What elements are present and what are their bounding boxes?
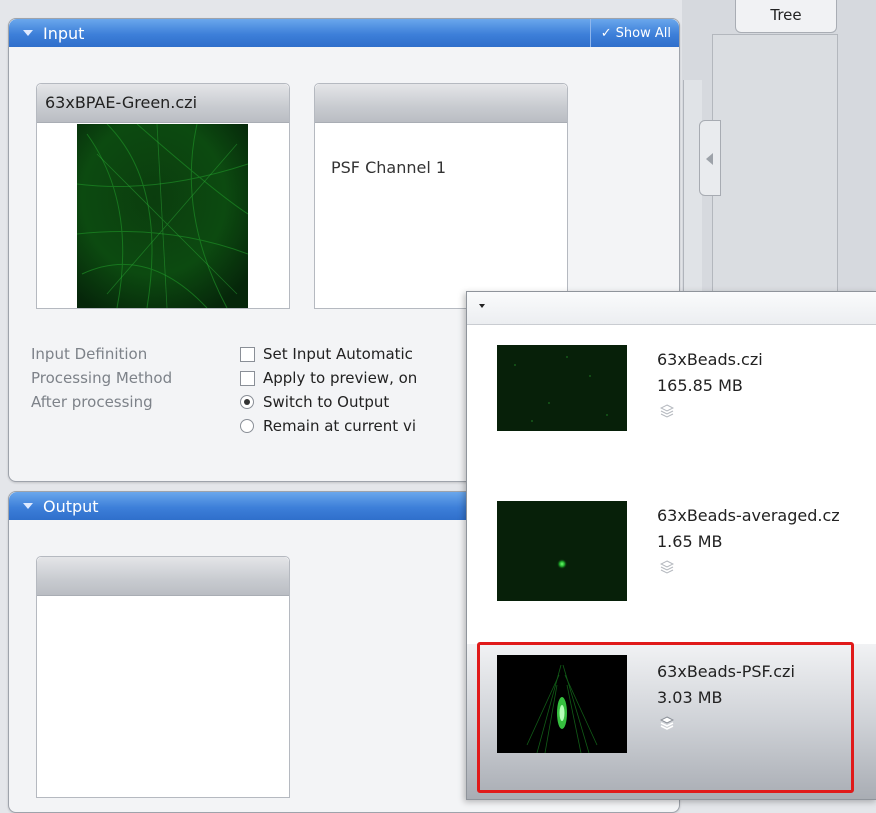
beads-thumbnail xyxy=(497,345,627,431)
show-all-label: Show All xyxy=(615,25,671,41)
image-dropdown-list[interactable]: 63xBeads.czi 165.85 MB 63xBeads-averaged… xyxy=(466,291,876,800)
file-size: 165.85 MB xyxy=(657,376,743,395)
list-item-selected[interactable]: 63xBeads-PSF.czi 3.03 MB xyxy=(467,644,876,799)
play-icon[interactable] xyxy=(251,262,273,292)
chevron-down-icon xyxy=(23,503,33,509)
after-processing-label: After processing xyxy=(31,393,153,411)
layers-icon xyxy=(660,716,674,730)
layers-icon xyxy=(660,404,674,418)
radio-dot[interactable] xyxy=(240,419,254,433)
switch-to-output-radio[interactable]: Switch to Output xyxy=(240,393,389,411)
show-all-button[interactable]: ✓ Show All xyxy=(589,19,679,47)
apply-to-preview-label: Apply to preview, on xyxy=(263,369,418,387)
set-input-automatically-checkbox[interactable]: Set Input Automatic xyxy=(240,345,413,363)
output-card-title xyxy=(37,557,289,596)
file-name: 63xBeads-averaged.cz xyxy=(657,506,840,525)
list-item[interactable]: 63xBeads-averaged.cz 1.65 MB xyxy=(467,488,876,634)
chevron-down-icon xyxy=(23,30,33,36)
checkbox-box[interactable] xyxy=(240,346,255,362)
play-icon[interactable] xyxy=(527,262,549,292)
input-definition-label: Input Definition xyxy=(31,345,148,363)
checkbox-box[interactable] xyxy=(240,370,255,386)
collapse-panel-button[interactable] xyxy=(699,120,721,196)
remain-at-current-view-radio[interactable]: Remain at current vi xyxy=(240,417,416,435)
file-name: 63xBeads-PSF.czi xyxy=(657,662,795,681)
play-icon[interactable] xyxy=(249,735,271,765)
dropdown-caret-icon[interactable] xyxy=(479,304,485,308)
input-panel-header[interactable]: Input ✓ Show All xyxy=(9,19,679,47)
input-image-card[interactable]: 63xBPAE-Green.czi xyxy=(36,83,290,309)
apply-to-preview-checkbox[interactable]: Apply to preview, on xyxy=(240,369,417,387)
list-item[interactable]: 63xBeads.czi 165.85 MB xyxy=(467,332,876,478)
file-size: 3.03 MB xyxy=(657,688,723,707)
output-card[interactable] xyxy=(36,556,290,798)
switch-to-output-label: Switch to Output xyxy=(263,393,390,411)
dropdown-header[interactable] xyxy=(467,292,876,325)
psf-channel-label: PSF Channel 1 xyxy=(331,158,447,177)
input-image-thumbnail xyxy=(77,124,248,308)
psf-card-title xyxy=(315,84,567,123)
input-panel-title: Input xyxy=(43,23,85,43)
processing-method-label: Processing Method xyxy=(31,369,173,387)
set-input-automatically-label: Set Input Automatic xyxy=(263,345,413,363)
layers-icon xyxy=(660,560,674,574)
chevron-left-icon xyxy=(706,153,713,165)
file-size: 1.65 MB xyxy=(657,532,723,551)
remain-at-current-view-label: Remain at current vi xyxy=(263,417,416,435)
input-image-title: 63xBPAE-Green.czi xyxy=(37,84,289,123)
check-icon: ✓ xyxy=(600,25,612,41)
beads-psf-thumbnail xyxy=(497,655,627,753)
beads-averaged-thumbnail xyxy=(497,501,627,601)
psf-card[interactable]: PSF Channel 1 xyxy=(314,83,568,309)
radio-dot[interactable] xyxy=(240,395,254,409)
file-name: 63xBeads.czi xyxy=(657,350,763,369)
tab-tree[interactable]: Tree xyxy=(735,0,837,33)
